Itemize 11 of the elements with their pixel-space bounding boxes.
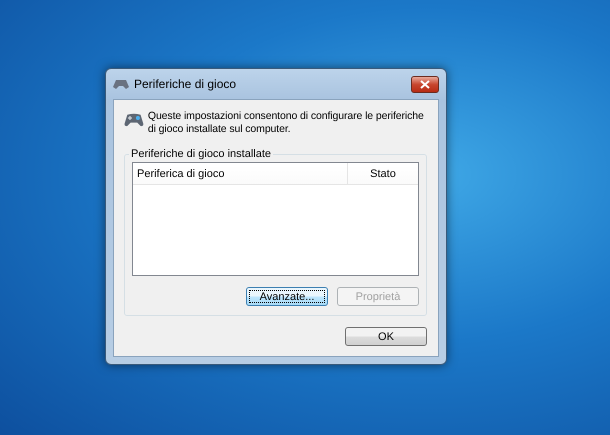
window-title: Periferiche di gioco xyxy=(134,77,238,91)
device-list[interactable]: Periferica di gioco Stato xyxy=(132,162,419,276)
close-button[interactable] xyxy=(411,76,439,92)
advanced-button[interactable]: Avanzate... xyxy=(246,287,328,306)
description-text: Queste impostazioni consentono di configurare le periferiche di gioco installate sul computer. xyxy=(148,109,425,136)
ok-button[interactable]: OK xyxy=(345,327,427,346)
column-header[interactable]: Stato xyxy=(348,163,418,184)
gamepad-icon xyxy=(113,78,129,90)
close-icon xyxy=(420,80,430,88)
group-title: Periferiche di gioco installate xyxy=(130,148,272,160)
column-header[interactable]: Periferica di gioco xyxy=(133,163,348,184)
